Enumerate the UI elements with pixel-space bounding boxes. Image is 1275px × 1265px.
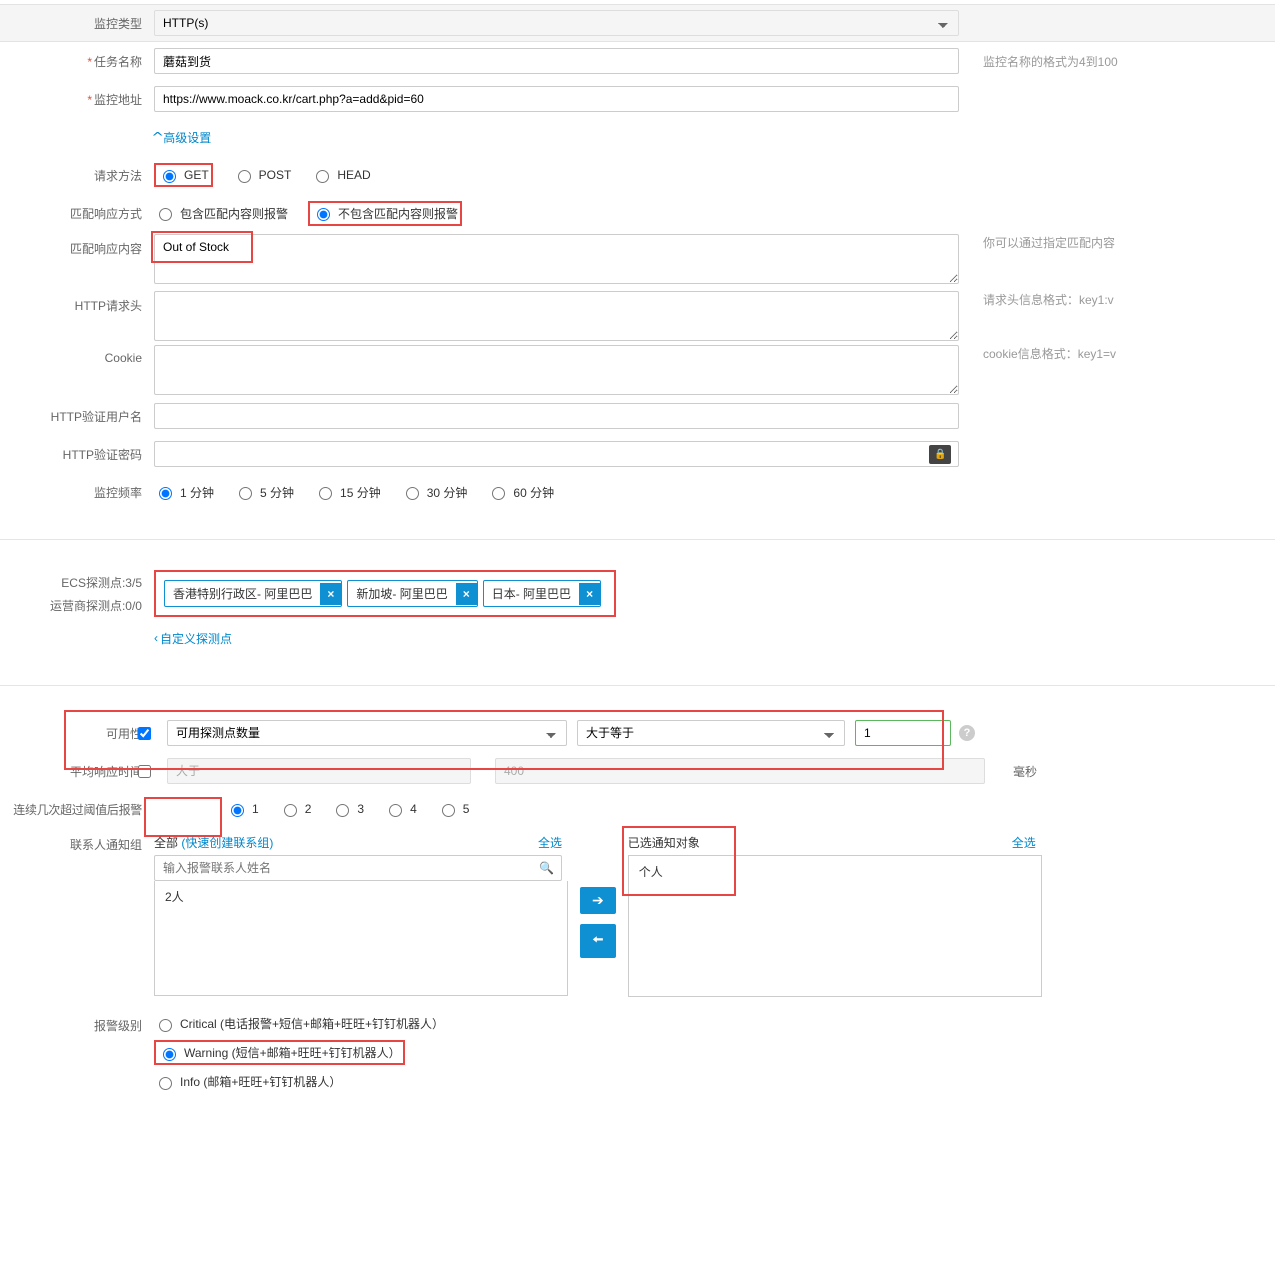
consecutive-1[interactable]: 1 [226,801,259,817]
alert-level-label: 报警级别 [0,1015,154,1034]
avg-resp-checkbox[interactable] [138,765,151,778]
freq-5min[interactable]: 5 分钟 [234,484,294,501]
probe-tag[interactable]: 日本- 阿里巴巴× [483,580,601,607]
close-icon[interactable]: × [320,583,341,605]
request-method-head[interactable]: HEAD [311,167,370,183]
close-icon[interactable]: × [579,583,600,605]
http-user-input[interactable] [154,403,959,429]
isp-probe-label: 运营商探测点:0/0 [0,597,142,614]
availability-checkbox[interactable] [138,727,151,740]
match-mode-exclude[interactable]: 不包含匹配内容则报警 [312,205,458,222]
list-item[interactable]: 个人 [631,858,1039,885]
monitor-type-label: 监控类型 [0,15,154,32]
probe-tag-text: 新加坡- 阿里巴巴 [348,581,455,606]
all-label: 全部 [154,836,178,850]
probe-tag[interactable]: 香港特别行政区- 阿里巴巴× [164,580,342,607]
http-pass-input[interactable] [154,441,959,467]
cookie-textarea[interactable] [154,345,959,395]
search-icon: 🔍 [539,861,554,875]
task-name-input[interactable] [154,48,959,74]
advanced-settings-link[interactable]: 高级设置 [154,129,211,146]
monitor-freq-label: 监控频率 [0,484,154,501]
avg-resp-label: 平均响应时间 [0,763,154,780]
avg-resp-value-input[interactable] [495,758,985,784]
freq-15min[interactable]: 15 分钟 [314,484,381,501]
consecutive-label: 连续几次超过阈值后报警 [0,801,154,818]
custom-probe-link[interactable]: ‹ 自定义探测点 [154,630,232,647]
consecutive-4[interactable]: 4 [384,801,417,817]
freq-1min[interactable]: 1 分钟 [154,484,214,501]
http-headers-help: 请求头信息格式：key1:v [983,291,1114,308]
avg-resp-unit: 毫秒 [1013,763,1037,780]
monitor-addr-input[interactable] [154,86,959,112]
list-item[interactable]: 2人 [157,883,565,910]
match-mode-label: 匹配响应方式 [0,205,154,222]
alert-level-warning[interactable]: Warning (短信+邮箱+旺旺+钉钉机器人） [158,1044,401,1061]
availability-label: 可用性 [0,725,154,742]
match-mode-include[interactable]: 包含匹配内容则报警 [154,205,288,222]
probe-tag[interactable]: 新加坡- 阿里巴巴× [347,580,477,607]
http-headers-textarea[interactable] [154,291,959,341]
alert-level-critical[interactable]: Critical (电话报警+短信+邮箱+旺旺+钉钉机器人） [154,1015,444,1032]
match-content-label: 匹配响应内容 [0,234,154,257]
cookie-help: cookie信息格式：key1=v [983,345,1116,362]
contact-search-input[interactable] [154,855,562,881]
request-method-get[interactable]: GET [158,167,209,183]
request-method-post[interactable]: POST [233,167,292,183]
availability-value-input[interactable] [855,720,951,746]
contact-group-label: 联系人通知组 [0,834,154,853]
help-icon[interactable]: ? [959,725,975,741]
task-name-label: *任务名称 [0,53,154,70]
quick-create-link[interactable]: (快速创建联系组) [181,834,273,851]
consecutive-3[interactable]: 3 [331,801,364,817]
monitor-type-select[interactable]: HTTP(s) [154,10,959,36]
http-headers-label: HTTP请求头 [0,291,154,314]
freq-30min[interactable]: 30 分钟 [401,484,468,501]
monitor-addr-label: *监控地址 [0,91,154,108]
consecutive-5[interactable]: 5 [437,801,470,817]
avg-resp-op-select[interactable]: 大于 [167,758,471,784]
task-name-help: 监控名称的格式为4到100 [983,53,1118,70]
contact-listbox-left[interactable]: 2人 [154,881,568,996]
match-content-textarea[interactable]: Out of Stock [154,234,959,284]
request-method-label: 请求方法 [0,167,154,184]
match-content-help: 你可以通过指定匹配内容 [983,234,1115,251]
probe-tag-text: 日本- 阿里巴巴 [484,581,579,606]
consecutive-2[interactable]: 2 [279,801,312,817]
select-all-right[interactable]: 全选 [1012,834,1036,851]
close-icon[interactable]: × [456,583,477,605]
freq-60min[interactable]: 60 分钟 [487,484,554,501]
select-all-left[interactable]: 全选 [538,834,562,851]
transfer-right-button[interactable]: ➔ [580,887,616,914]
probe-tags: 香港特别行政区- 阿里巴巴×新加坡- 阿里巴巴×日本- 阿里巴巴× [164,580,606,607]
password-icon: 🔒 [929,445,951,464]
http-pass-label: HTTP验证密码 [0,446,154,463]
http-user-label: HTTP验证用户名 [0,408,154,425]
selected-header: 已选通知对象 [628,834,700,851]
caret-up-icon [154,130,161,144]
ecs-probe-label: ECS探测点:3/5 [0,574,142,591]
probe-tag-text: 香港特别行政区- 阿里巴巴 [165,581,320,606]
cookie-label: Cookie [0,345,154,365]
transfer-left-button[interactable]: 🠨 [580,924,615,958]
availability-op-select[interactable]: 大于等于 [577,720,845,746]
contact-listbox-right[interactable]: 个人 [628,855,1042,997]
availability-metric-select[interactable]: 可用探测点数量 [167,720,567,746]
alert-level-info[interactable]: Info (邮箱+旺旺+钉钉机器人） [154,1073,341,1090]
